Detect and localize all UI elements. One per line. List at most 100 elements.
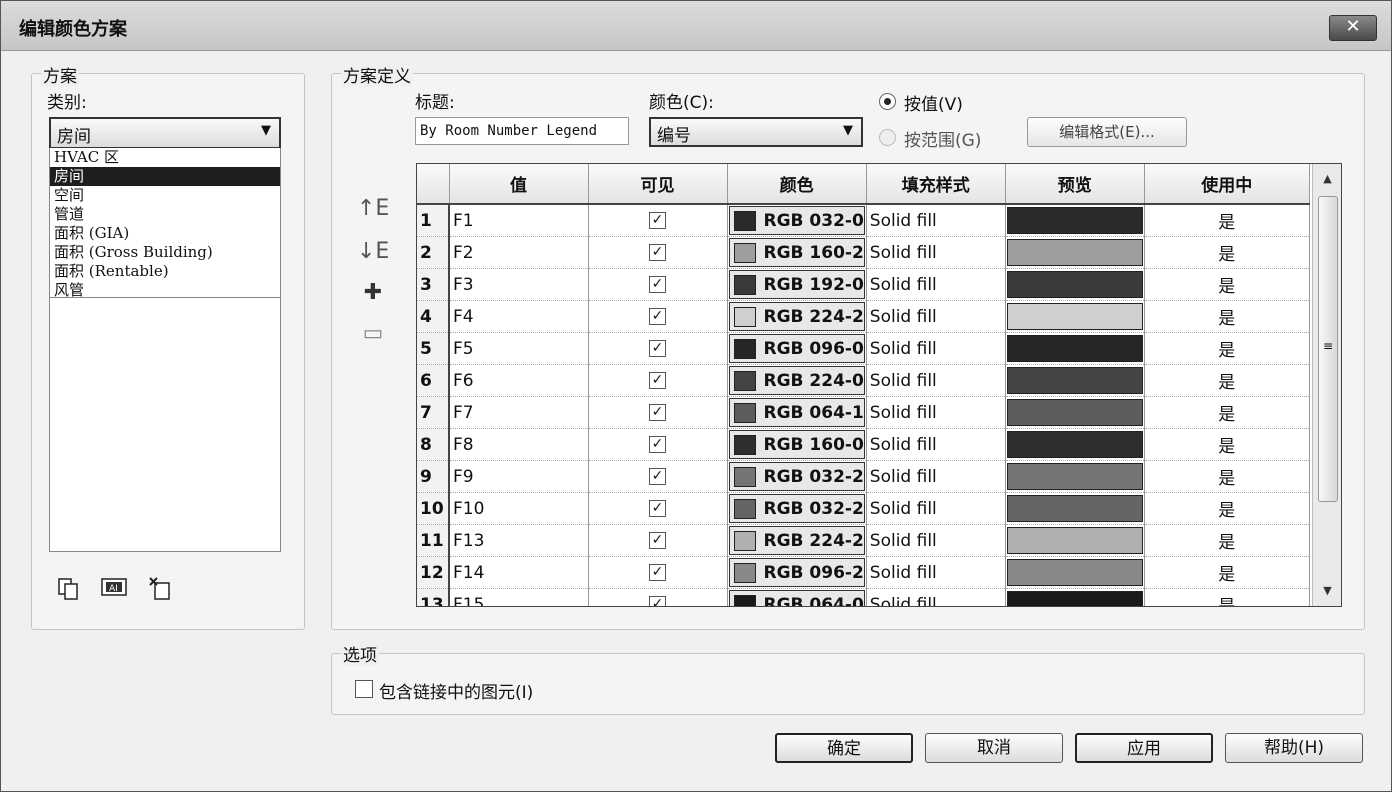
visible-checkbox[interactable]: ✓: [649, 340, 666, 357]
value-cell[interactable]: F8: [449, 428, 589, 461]
table-row[interactable]: 2 F2 ✓ RGB 160-2 Solid fill 是: [417, 236, 1310, 269]
column-header-preview[interactable]: 预览: [1005, 164, 1145, 205]
row-number[interactable]: 4: [417, 300, 450, 333]
table-row[interactable]: 9 F9 ✓ RGB 032-2 Solid fill 是: [417, 460, 1310, 493]
move-down-icon[interactable]: ↓E: [357, 237, 389, 267]
color-cell[interactable]: RGB 032-2: [727, 492, 867, 525]
add-value-icon[interactable]: ✚: [357, 278, 389, 308]
color-cell[interactable]: RGB 064-0: [727, 588, 867, 606]
visible-checkbox[interactable]: ✓: [649, 372, 666, 389]
fill-pattern-cell[interactable]: Solid fill: [866, 332, 1006, 365]
value-cell[interactable]: F7: [449, 396, 589, 429]
table-row[interactable]: 7 F7 ✓ RGB 064-1 Solid fill 是: [417, 396, 1310, 429]
color-button[interactable]: RGB 192-0: [728, 270, 865, 299]
color-button[interactable]: RGB 032-2: [728, 462, 865, 491]
table-row[interactable]: 5 F5 ✓ RGB 096-0 Solid fill 是: [417, 332, 1310, 365]
color-button[interactable]: RGB 032-0: [728, 206, 865, 235]
column-header-in-use[interactable]: 使用中: [1144, 164, 1310, 205]
row-number[interactable]: 9: [417, 460, 450, 493]
scroll-thumb[interactable]: ≡: [1318, 196, 1338, 502]
color-button[interactable]: RGB 224-2: [728, 526, 865, 555]
table-row[interactable]: 1 F1 ✓ RGB 032-0 Solid fill 是: [417, 204, 1310, 237]
fill-pattern-cell[interactable]: Solid fill: [866, 300, 1006, 333]
color-cell[interactable]: RGB 192-0: [727, 268, 867, 301]
color-cell[interactable]: RGB 064-1: [727, 396, 867, 429]
table-row[interactable]: 10 F10 ✓ RGB 032-2 Solid fill 是: [417, 492, 1310, 525]
color-button[interactable]: RGB 224-0: [728, 366, 865, 395]
category-option-area-rentable[interactable]: 面积 (Rentable): [50, 262, 280, 281]
row-number[interactable]: 3: [417, 268, 450, 301]
close-button[interactable]: ✕: [1329, 15, 1377, 41]
visible-checkbox[interactable]: ✓: [649, 276, 666, 293]
table-row[interactable]: 6 F6 ✓ RGB 224-0 Solid fill 是: [417, 364, 1310, 397]
value-cell[interactable]: F9: [449, 460, 589, 493]
scroll-down-icon[interactable]: ▼: [1313, 576, 1342, 606]
table-row[interactable]: 4 F4 ✓ RGB 224-2 Solid fill 是: [417, 300, 1310, 333]
row-number[interactable]: 1: [417, 204, 450, 237]
row-number[interactable]: 7: [417, 396, 450, 429]
row-number[interactable]: 6: [417, 364, 450, 397]
column-header-value[interactable]: 值: [449, 164, 589, 205]
fill-pattern-cell[interactable]: Solid fill: [866, 524, 1006, 557]
apply-button[interactable]: 应用: [1075, 733, 1213, 763]
fill-pattern-cell[interactable]: Solid fill: [866, 268, 1006, 301]
scroll-up-icon[interactable]: ▲: [1313, 164, 1342, 194]
color-button[interactable]: RGB 160-2: [728, 238, 865, 267]
legend-title-input[interactable]: By Room Number Legend: [415, 117, 629, 145]
value-cell[interactable]: F10: [449, 492, 589, 525]
color-cell[interactable]: RGB 096-0: [727, 332, 867, 365]
rename-icon[interactable]: AI: [101, 577, 127, 603]
visible-checkbox[interactable]: ✓: [649, 532, 666, 549]
visible-checkbox[interactable]: ✓: [649, 500, 666, 517]
table-row[interactable]: 12 F14 ✓ RGB 096-2 Solid fill 是: [417, 556, 1310, 589]
fill-pattern-cell[interactable]: Solid fill: [866, 428, 1006, 461]
visible-checkbox[interactable]: ✓: [649, 404, 666, 421]
table-row[interactable]: 8 F8 ✓ RGB 160-0 Solid fill 是: [417, 428, 1310, 461]
color-button[interactable]: RGB 096-2: [728, 558, 865, 587]
row-number[interactable]: 5: [417, 332, 450, 365]
row-number[interactable]: 11: [417, 524, 450, 557]
row-number[interactable]: 13: [417, 588, 450, 606]
color-cell[interactable]: RGB 160-0: [727, 428, 867, 461]
delete-icon[interactable]: [147, 575, 173, 601]
category-option-pipe[interactable]: 管道: [50, 205, 280, 224]
table-row[interactable]: 13 F15 ✓ RGB 064-0 Solid fill 是: [417, 588, 1310, 606]
ok-button[interactable]: 确定: [775, 733, 913, 763]
fill-pattern-cell[interactable]: Solid fill: [866, 236, 1006, 269]
color-button[interactable]: RGB 064-1: [728, 398, 865, 427]
color-cell[interactable]: RGB 224-0: [727, 364, 867, 397]
row-number[interactable]: 2: [417, 236, 450, 269]
fill-pattern-cell[interactable]: Solid fill: [866, 364, 1006, 397]
category-option-area-gia[interactable]: 面积 (GIA): [50, 224, 280, 243]
row-number[interactable]: 10: [417, 492, 450, 525]
column-header-color[interactable]: 颜色: [727, 164, 867, 205]
help-button[interactable]: 帮助(H): [1225, 733, 1363, 763]
category-option-area-gross[interactable]: 面积 (Gross Building): [50, 243, 280, 262]
color-button[interactable]: RGB 064-0: [728, 590, 865, 606]
color-button[interactable]: RGB 096-0: [728, 334, 865, 363]
visible-checkbox[interactable]: ✓: [649, 468, 666, 485]
visible-checkbox[interactable]: ✓: [649, 308, 666, 325]
table-scrollbar[interactable]: ▲ ≡ ▼: [1312, 164, 1341, 606]
value-cell[interactable]: F6: [449, 364, 589, 397]
visible-checkbox[interactable]: ✓: [649, 564, 666, 581]
value-cell[interactable]: F15: [449, 588, 589, 606]
value-cell[interactable]: F3: [449, 268, 589, 301]
value-cell[interactable]: F2: [449, 236, 589, 269]
category-option-duct[interactable]: 风管: [50, 281, 280, 300]
fill-pattern-cell[interactable]: Solid fill: [866, 204, 1006, 237]
color-cell[interactable]: RGB 160-2: [727, 236, 867, 269]
value-cell[interactable]: F1: [449, 204, 589, 237]
color-button[interactable]: RGB 032-2: [728, 494, 865, 523]
color-cell[interactable]: RGB 224-2: [727, 300, 867, 333]
color-cell[interactable]: RGB 032-0: [727, 204, 867, 237]
color-button[interactable]: RGB 224-2: [728, 302, 865, 331]
fill-pattern-cell[interactable]: Solid fill: [866, 556, 1006, 589]
table-row[interactable]: 11 F13 ✓ RGB 224-2 Solid fill 是: [417, 524, 1310, 557]
column-header-visible[interactable]: 可见: [588, 164, 728, 205]
visible-checkbox[interactable]: ✓: [649, 212, 666, 229]
by-value-radio[interactable]: [879, 93, 896, 110]
value-cell[interactable]: F5: [449, 332, 589, 365]
column-header-fill-pattern[interactable]: 填充样式: [866, 164, 1006, 205]
visible-checkbox[interactable]: ✓: [649, 436, 666, 453]
